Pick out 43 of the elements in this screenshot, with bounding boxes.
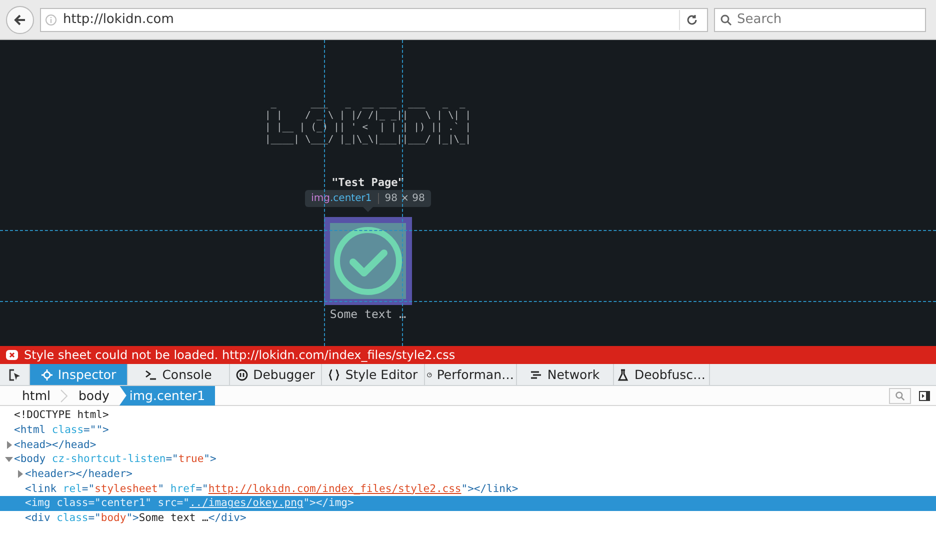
markup-line[interactable]: <head></head> xyxy=(0,437,936,452)
info-icon xyxy=(45,14,57,26)
tooltip-selector: img.center1 xyxy=(311,193,372,204)
search-field[interactable]: Search xyxy=(714,8,926,32)
devtools-tab[interactable]: Network xyxy=(517,364,614,385)
markup-line[interactable]: <header></header> xyxy=(0,466,936,482)
search-button[interactable] xyxy=(889,388,911,404)
markup-line[interactable]: <body cz-shortcut-listen="true"> xyxy=(0,452,936,467)
check-circle-icon xyxy=(332,225,404,297)
markup-line[interactable]: <div class="body">Some text …</div> xyxy=(0,510,936,526)
prompt-icon xyxy=(145,368,158,380)
chevron-icon xyxy=(60,388,68,402)
error-message: Style sheet could not be loaded. http://lokidn.com/index_files/style2.css xyxy=(24,348,456,362)
lines-icon xyxy=(530,368,542,380)
error-icon xyxy=(6,350,18,360)
search-icon xyxy=(895,390,905,400)
expand-arrow-icon[interactable] xyxy=(15,469,25,480)
flask-icon xyxy=(617,368,630,380)
body-text: Some text … xyxy=(330,307,406,321)
search-icon xyxy=(720,14,732,26)
url-text: http://lokidn.com xyxy=(63,12,175,27)
devtools-tab[interactable]: Debugger xyxy=(230,364,322,385)
devtools-tab[interactable]: Deobfusc… xyxy=(614,364,710,385)
cursor-box-icon xyxy=(8,368,20,380)
page-heading: "Test Page" xyxy=(332,176,404,189)
markup-line[interactable]: <link rel="stylesheet" href="http://lokıdn.com/index_files/style2.css"></link> xyxy=(0,481,936,496)
expand-arrow-icon[interactable] xyxy=(4,454,14,464)
markup-line[interactable]: <!DOCTYPE html> xyxy=(0,408,936,423)
devtools-tab[interactable]: Console xyxy=(128,364,230,385)
pause-circle-icon xyxy=(236,368,248,380)
gear-icon xyxy=(40,368,53,380)
devtools-tab[interactable]: Style Editor xyxy=(322,364,425,385)
expand-arrow-icon[interactable] xyxy=(4,440,14,450)
breadcrumb[interactable]: html xyxy=(12,386,60,406)
address-bar[interactable]: http://lokidn.com xyxy=(40,8,708,32)
breadcrumb[interactable]: body xyxy=(68,386,120,406)
sidebar-toggle-icon[interactable] xyxy=(919,390,930,400)
braces-icon xyxy=(328,368,340,380)
back-arrow-icon xyxy=(13,12,27,26)
devtools-tab[interactable]: Performan… xyxy=(425,364,517,385)
back-button[interactable] xyxy=(6,6,34,34)
reload-icon xyxy=(686,14,698,26)
markup-line[interactable]: <html class=""> xyxy=(0,422,936,438)
